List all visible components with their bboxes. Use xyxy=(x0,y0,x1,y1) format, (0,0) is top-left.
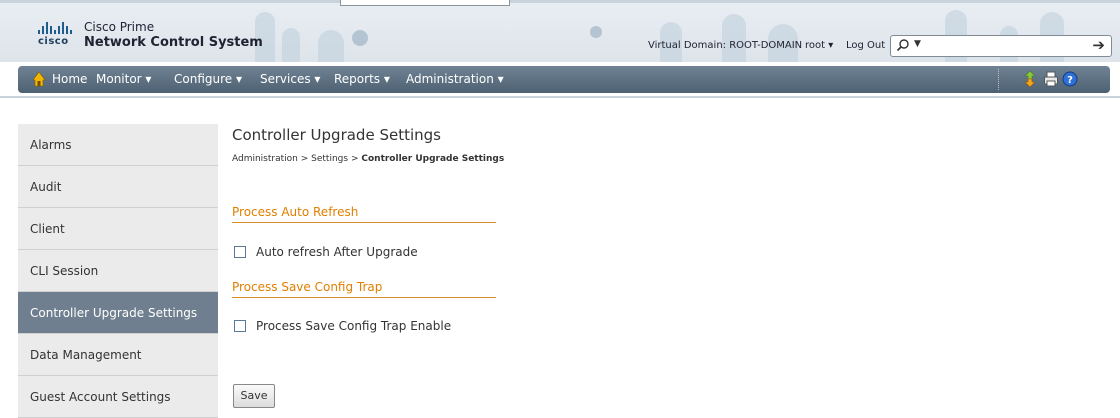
save-button[interactable]: Save xyxy=(233,384,275,408)
nav-underline xyxy=(0,96,1120,98)
cisco-bars-icon xyxy=(38,22,72,34)
sidebar-item-alarms[interactable]: Alarms xyxy=(18,124,218,166)
header-decoration xyxy=(282,28,300,62)
header-tab-outline xyxy=(340,0,510,6)
cisco-logo: cisco xyxy=(38,22,72,47)
nav-configure[interactable]: Configure ▾ xyxy=(174,72,242,86)
auto-refresh-row: Auto refresh After Upgrade xyxy=(234,245,418,259)
header-decoration xyxy=(722,14,746,62)
section-process-save-config-trap: Process Save Config Trap xyxy=(232,280,496,298)
nav-services[interactable]: Services ▾ xyxy=(260,72,320,86)
breadcrumb: Administration > Settings > Controller U… xyxy=(232,154,504,164)
search-type-button[interactable]: ▼ xyxy=(894,38,934,52)
header-decoration xyxy=(318,30,344,62)
search-input[interactable] xyxy=(947,37,1081,55)
sidebar-item-client[interactable]: Client xyxy=(18,208,218,250)
nav-reports[interactable]: Reports ▾ xyxy=(334,72,390,86)
save-config-trap-label[interactable]: Process Save Config Trap Enable xyxy=(256,319,451,333)
save-config-trap-row: Process Save Config Trap Enable xyxy=(234,319,451,333)
breadcrumb-administration[interactable]: Administration xyxy=(232,154,298,164)
nav-administration[interactable]: Administration ▾ xyxy=(406,72,504,86)
search-box: ▼ ➔ xyxy=(890,35,1112,57)
header-top-line xyxy=(0,0,1120,3)
chevron-down-icon: ▼ xyxy=(914,39,921,49)
app-header: cisco Cisco Prime Network Control System… xyxy=(0,0,1120,62)
product-line-2: Network Control System xyxy=(84,35,263,50)
cisco-wordmark: cisco xyxy=(38,36,69,47)
virtual-domain: Virtual Domain: ROOT-DOMAIN xyxy=(648,40,803,51)
sidebar-item-guest-account-settings[interactable]: Guest Account Settings xyxy=(18,376,218,418)
main-nav: Home Monitor ▾ Configure ▾ Services ▾ Re… xyxy=(18,66,1110,93)
nav-separator xyxy=(998,69,1001,90)
section-process-auto-refresh: Process Auto Refresh xyxy=(232,205,496,223)
breadcrumb-settings[interactable]: Settings xyxy=(311,154,348,164)
nav-home[interactable]: Home xyxy=(52,72,87,86)
logout-link[interactable]: Log Out xyxy=(846,40,885,51)
header-decoration xyxy=(590,26,602,38)
sidebar-item-data-management[interactable]: Data Management xyxy=(18,334,218,376)
header-decoration xyxy=(352,30,368,46)
sidebar-item-controller-upgrade-settings[interactable]: Controller Upgrade Settings xyxy=(18,292,218,334)
product-line-1: Cisco Prime xyxy=(84,20,155,34)
home-icon[interactable] xyxy=(32,71,46,87)
auto-refresh-checkbox[interactable] xyxy=(234,246,246,258)
auto-refresh-label[interactable]: Auto refresh After Upgrade xyxy=(256,245,418,259)
page-title: Controller Upgrade Settings xyxy=(232,126,441,144)
save-config-trap-checkbox[interactable] xyxy=(234,320,246,332)
print-icon[interactable] xyxy=(1043,70,1059,88)
settings-sidebar: Alarms Audit Client CLI Session Controll… xyxy=(18,124,218,418)
nav-monitor[interactable]: Monitor ▾ xyxy=(96,72,151,86)
sidebar-item-audit[interactable]: Audit xyxy=(18,166,218,208)
svg-text:?: ? xyxy=(1067,75,1073,86)
refresh-icon[interactable] xyxy=(1022,70,1038,88)
search-go-arrow-icon[interactable]: ➔ xyxy=(1092,36,1105,54)
product-name: Cisco Prime Network Control System xyxy=(84,20,263,50)
help-icon[interactable]: ? xyxy=(1062,70,1078,88)
breadcrumb-separator: > xyxy=(300,154,309,164)
breadcrumb-separator: > xyxy=(350,154,359,164)
breadcrumb-current: Controller Upgrade Settings xyxy=(361,154,505,164)
sidebar-item-cli-session[interactable]: CLI Session xyxy=(18,250,218,292)
user-menu[interactable]: root ▾ xyxy=(805,40,833,51)
search-icon xyxy=(896,39,909,52)
